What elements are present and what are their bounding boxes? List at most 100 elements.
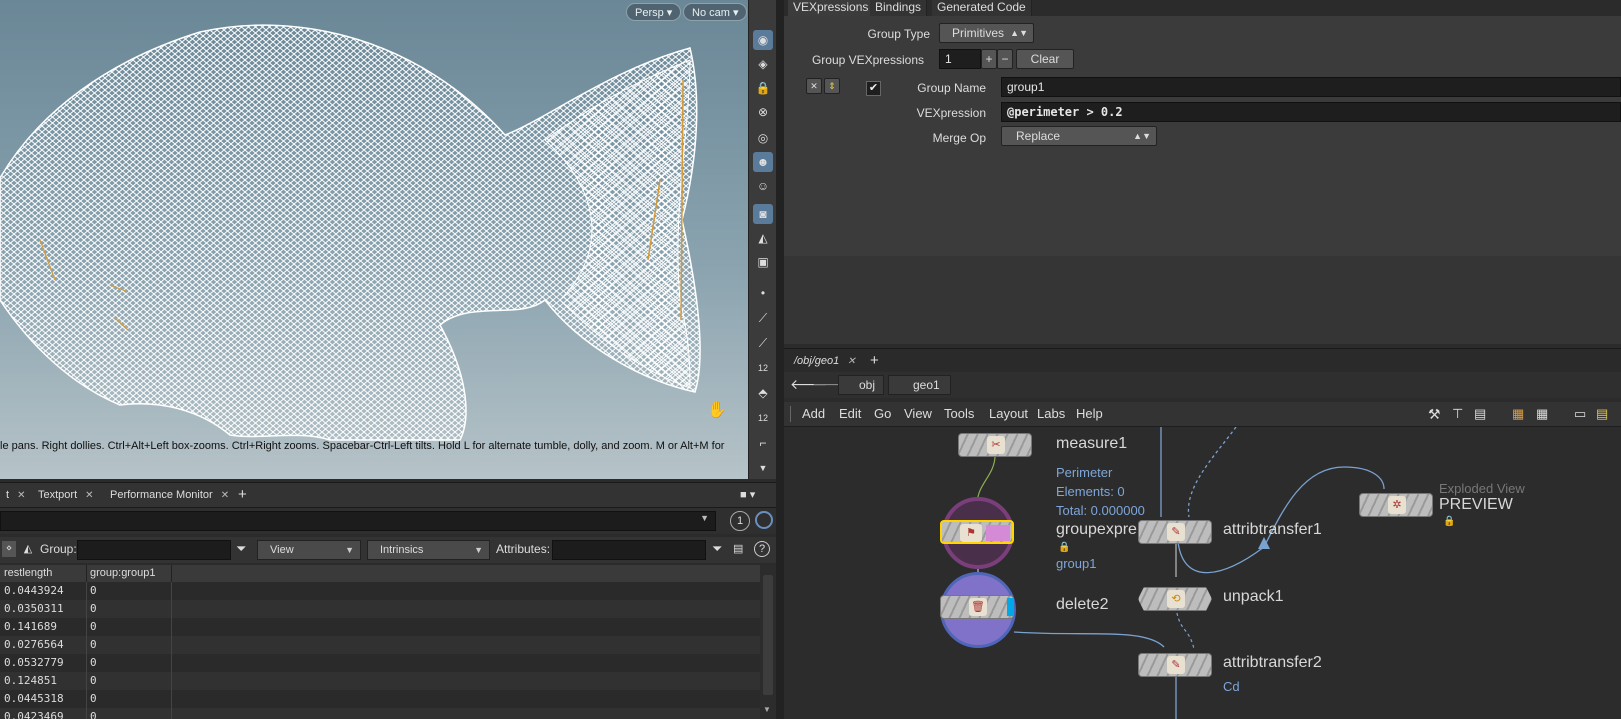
- table-row[interactable]: 0.0350311 0: [0, 600, 760, 618]
- path-obj[interactable]: obj: [838, 375, 885, 395]
- node-attribtransfer2[interactable]: ✎: [1138, 653, 1212, 677]
- display-options-icon[interactable]: ◉: [753, 30, 773, 50]
- clear-button[interactable]: Clear: [1016, 49, 1074, 69]
- add-multiparm-button[interactable]: +: [981, 49, 997, 69]
- menu-tools[interactable]: Tools: [944, 402, 974, 426]
- node-label-preview: PREVIEW: [1439, 496, 1513, 513]
- pin-icon[interactable]: ⟋: [753, 333, 773, 353]
- merge-op-dropdown[interactable]: Replace ▲▼: [1001, 126, 1157, 146]
- toolbar-expand-icon[interactable]: ▼: [753, 458, 773, 478]
- spreadsheet-filter-bar: ⋄ ◭ Group: ⏷ View ▼ Intrinsics ▼ Attribute…: [0, 537, 776, 563]
- table-row[interactable]: 0.124851 0: [0, 672, 760, 690]
- scroll-down-icon[interactable]: ▼: [763, 705, 771, 714]
- view-dropdown[interactable]: View ▼: [257, 540, 361, 560]
- vexpression-input[interactable]: @perimeter > 0.2: [1001, 102, 1621, 122]
- group-vexpressions-count[interactable]: 1: [939, 49, 981, 69]
- menu-view[interactable]: View: [904, 402, 932, 426]
- table-row[interactable]: 0.0532779 0: [0, 654, 760, 672]
- points-mode-icon[interactable]: ⋄: [2, 541, 16, 557]
- close-icon[interactable]: ✕: [85, 490, 93, 501]
- column-header-group[interactable]: group:group1: [90, 567, 155, 579]
- geometry-icon[interactable]: ◈: [753, 54, 773, 74]
- shape-palette-icon[interactable]: ▦: [1536, 402, 1548, 426]
- tree-view-icon[interactable]: ⊤: [1452, 402, 1463, 426]
- spreadsheet-table: 0.0443924 0 0.0350311 0 0.141689 0 0.027656…: [0, 582, 760, 719]
- node-path-field[interactable]: ▼: [0, 511, 716, 531]
- sticky-note-icon[interactable]: ▤: [1596, 402, 1608, 426]
- attribute-filter-icon[interactable]: ⏷: [712, 541, 722, 557]
- group-type-dropdown[interactable]: Primitives ▲▼: [939, 23, 1034, 43]
- shading-icon[interactable]: ☻: [753, 152, 773, 172]
- scene-viewport[interactable]: Persp ▾ No cam ▾ ✋ le pans. Right dollie…: [0, 0, 748, 479]
- node-delete2[interactable]: 🗑: [940, 595, 1014, 619]
- close-icon[interactable]: ✕: [221, 490, 229, 501]
- camera-icon[interactable]: ◙: [753, 204, 773, 224]
- node-groupexpression[interactable]: ⚑: [940, 520, 1014, 544]
- menu-labs[interactable]: Labs: [1037, 402, 1065, 426]
- wrench-icon[interactable]: ⚒: [1428, 402, 1441, 426]
- edge-icon[interactable]: ⌐: [753, 433, 773, 453]
- path-geo1[interactable]: geo1: [888, 375, 951, 395]
- normal-icon[interactable]: ⟋: [753, 308, 773, 328]
- add-tab-button[interactable]: +: [232, 483, 253, 507]
- display-options-icon[interactable]: ▭: [1574, 402, 1586, 426]
- list-view-icon[interactable]: ▤: [1474, 402, 1486, 426]
- persp-menu-button[interactable]: Persp ▾: [626, 3, 682, 21]
- group-filter-input[interactable]: [77, 540, 231, 560]
- tab-performance-monitor[interactable]: Performance Monitor ✕: [104, 483, 235, 507]
- pin-button[interactable]: 1: [730, 511, 750, 531]
- group-name-input[interactable]: group1: [1001, 77, 1621, 97]
- column-header-restlength[interactable]: restlength: [4, 567, 52, 579]
- tab-generated-code[interactable]: Generated Code: [932, 0, 1032, 16]
- pane-menu-icon[interactable]: ■ ▾: [734, 483, 761, 507]
- tab-bindings[interactable]: Bindings: [870, 0, 928, 16]
- attributes-filter-input[interactable]: [552, 540, 706, 560]
- tab-textport[interactable]: Textport ✕: [32, 483, 100, 507]
- remove-multiparm-button[interactable]: −: [997, 49, 1013, 69]
- spreadsheet-scrollbar[interactable]: ▼: [760, 565, 776, 719]
- link-icon[interactable]: [755, 511, 773, 529]
- prims-mode-icon[interactable]: ◭: [20, 541, 36, 557]
- scrollbar-thumb[interactable]: [763, 575, 773, 695]
- menu-go[interactable]: Go: [874, 402, 891, 426]
- menu-add[interactable]: Add: [802, 402, 825, 426]
- ghost-icon[interactable]: ☺: [753, 176, 773, 196]
- add-network-tab-button[interactable]: +: [864, 349, 885, 373]
- menu-edit[interactable]: Edit: [839, 402, 861, 426]
- menu-layout[interactable]: Layout: [989, 402, 1028, 426]
- spreadsheet-path-bar: ▼ 1: [0, 508, 776, 534]
- pane-splitter[interactable]: [776, 0, 784, 719]
- numbers-icon[interactable]: 12: [753, 358, 773, 378]
- table-row[interactable]: 0.0276564 0: [0, 636, 760, 654]
- tab-vexpressions[interactable]: VEXpressions: [788, 0, 875, 16]
- tab-obj-geo1[interactable]: /obj/geo1 ✕: [788, 349, 862, 373]
- table-row[interactable]: 0.141689 0: [0, 618, 760, 636]
- close-icon[interactable]: ✕: [17, 490, 25, 501]
- table-row[interactable]: 0.0443924 0: [0, 582, 760, 600]
- node-measure1[interactable]: ✂: [958, 433, 1032, 457]
- table-row[interactable]: 0.0423469 0: [0, 708, 760, 719]
- node-unpack1[interactable]: ⟲: [1138, 587, 1212, 611]
- tab-geometry-spreadsheet[interactable]: t ✕: [0, 483, 31, 507]
- select-icon[interactable]: ⬘: [753, 383, 773, 403]
- table-row[interactable]: 0.0445318 0: [0, 690, 760, 708]
- node-preview[interactable]: ✲: [1359, 493, 1433, 517]
- close-icon[interactable]: ✕: [847, 356, 855, 367]
- template-icon[interactable]: ◭: [753, 228, 773, 248]
- filter-icon[interactable]: ⏷: [236, 541, 246, 557]
- prim-numbers-icon[interactable]: 12: [753, 408, 773, 428]
- group-expression-icon: ⚑: [960, 524, 982, 542]
- node-attribtransfer1[interactable]: ✎: [1138, 520, 1212, 544]
- visibility-icon[interactable]: ◎: [753, 128, 773, 148]
- color-palette-icon[interactable]: ▦: [1512, 402, 1524, 426]
- point-icon[interactable]: •: [753, 283, 773, 303]
- options-icon[interactable]: ▤: [733, 542, 743, 555]
- lock-icon[interactable]: 🔒: [753, 78, 773, 98]
- render-icon[interactable]: ▣: [753, 252, 773, 272]
- network-editor[interactable]: ✂ measure1 Perimeter Elements: 0 Total: …: [784, 427, 1621, 719]
- snap-icon[interactable]: ⊗: [753, 102, 773, 122]
- intrinsics-dropdown[interactable]: Intrinsics ▼: [367, 540, 490, 560]
- camera-menu-button[interactable]: No cam ▾: [683, 3, 748, 21]
- help-button[interactable]: ?: [754, 541, 770, 557]
- menu-help[interactable]: Help: [1076, 402, 1103, 426]
